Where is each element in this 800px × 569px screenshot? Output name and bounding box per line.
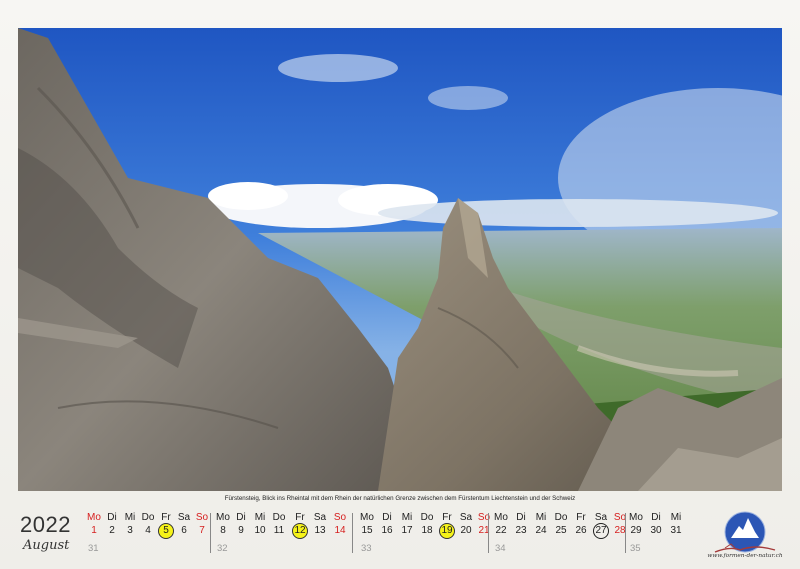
calendar-month: August (23, 538, 70, 553)
calendar-day: 4 (145, 525, 151, 536)
calendar-day: 17 (401, 525, 413, 536)
calendar-day: 25 (555, 525, 567, 536)
calendar-day: 2 (109, 525, 115, 536)
dow-label: Di (382, 512, 392, 523)
dow-label: Fr (161, 512, 171, 523)
dow-label: Mi (254, 512, 266, 523)
dow-label: Do (420, 512, 434, 523)
week-number: 35 (630, 543, 641, 554)
week-number: 31 (88, 543, 99, 554)
dow-label: Do (141, 512, 155, 523)
calendar-day: 18 (421, 525, 433, 536)
dow-label: Di (107, 512, 117, 523)
dow-label: Sa (177, 512, 191, 523)
calendar-day: 11 (273, 525, 285, 536)
calendar-day: 13 (314, 525, 326, 536)
calendar-day: 24 (535, 525, 547, 536)
calendar-day: 20 (460, 525, 472, 536)
dow-label: So (333, 512, 347, 523)
calendar-day: 16 (381, 525, 393, 536)
calendar-day: 9 (238, 525, 244, 536)
logo-url-text: www.formen-der-natur.ch (707, 553, 783, 559)
landscape-photo (18, 28, 782, 491)
calendar-day: 15 (361, 525, 373, 536)
calendar-day: 6 (181, 525, 187, 536)
week-number: 33 (361, 543, 372, 554)
dow-label: Di (651, 512, 661, 523)
dow-label: Mi (401, 512, 413, 523)
calendar-day: 10 (254, 525, 266, 536)
dow-label: Do (272, 512, 286, 523)
calendar-day: 31 (670, 525, 682, 536)
week-separator (352, 513, 353, 553)
dow-label: Mi (535, 512, 547, 523)
mountain-photo-illustration (18, 28, 782, 491)
calendar-year: 2022 (20, 512, 71, 537)
highlight-marker: 19 (439, 523, 455, 539)
circle-marker: 27 (593, 523, 609, 539)
calendar-day-highlighted: 19 (437, 523, 457, 539)
dow-label: Fr (295, 512, 305, 523)
calendar-day: 29 (630, 525, 642, 536)
week-number: 34 (495, 543, 506, 554)
dow-label: Di (516, 512, 526, 523)
dow-label: Di (236, 512, 246, 523)
calendar-day: 3 (127, 525, 133, 536)
brand-logo-icon (714, 511, 776, 553)
dow-label: Mi (124, 512, 136, 523)
highlight-marker: 12 (292, 523, 308, 539)
calendar-day: 30 (650, 525, 662, 536)
calendar-day-highlighted: 5 (156, 523, 176, 539)
calendar-day: 23 (515, 525, 527, 536)
dow-label: Sa (594, 512, 608, 523)
week-separator (210, 513, 211, 553)
calendar-day: 7 (199, 525, 205, 536)
dow-label: Mo (629, 512, 643, 523)
highlight-marker: 5 (158, 523, 174, 539)
calendar-day: 8 (220, 525, 226, 536)
calendar-day: 14 (334, 525, 346, 536)
dow-label: Mo (494, 512, 508, 523)
week-number: 32 (217, 543, 228, 554)
dow-label: Mi (670, 512, 682, 523)
dow-label: Sa (313, 512, 327, 523)
dow-label: Mo (87, 512, 101, 523)
calendar-day: 22 (495, 525, 507, 536)
dow-label: Fr (576, 512, 586, 523)
dow-label: Mo (360, 512, 374, 523)
calendar-day-highlighted: 12 (290, 523, 310, 539)
photo-caption: Fürstensteig, Blick ins Rheintal mit dem… (224, 495, 576, 502)
dow-label: So (195, 512, 209, 523)
calendar-day: 1 (91, 525, 97, 536)
dow-label: Sa (459, 512, 473, 523)
dow-label: Do (554, 512, 568, 523)
dow-label: Fr (442, 512, 452, 523)
calendar-day: 26 (575, 525, 587, 536)
dow-label: Mo (216, 512, 230, 523)
week-separator (488, 513, 489, 553)
calendar-day-circled: 27 (591, 523, 611, 539)
